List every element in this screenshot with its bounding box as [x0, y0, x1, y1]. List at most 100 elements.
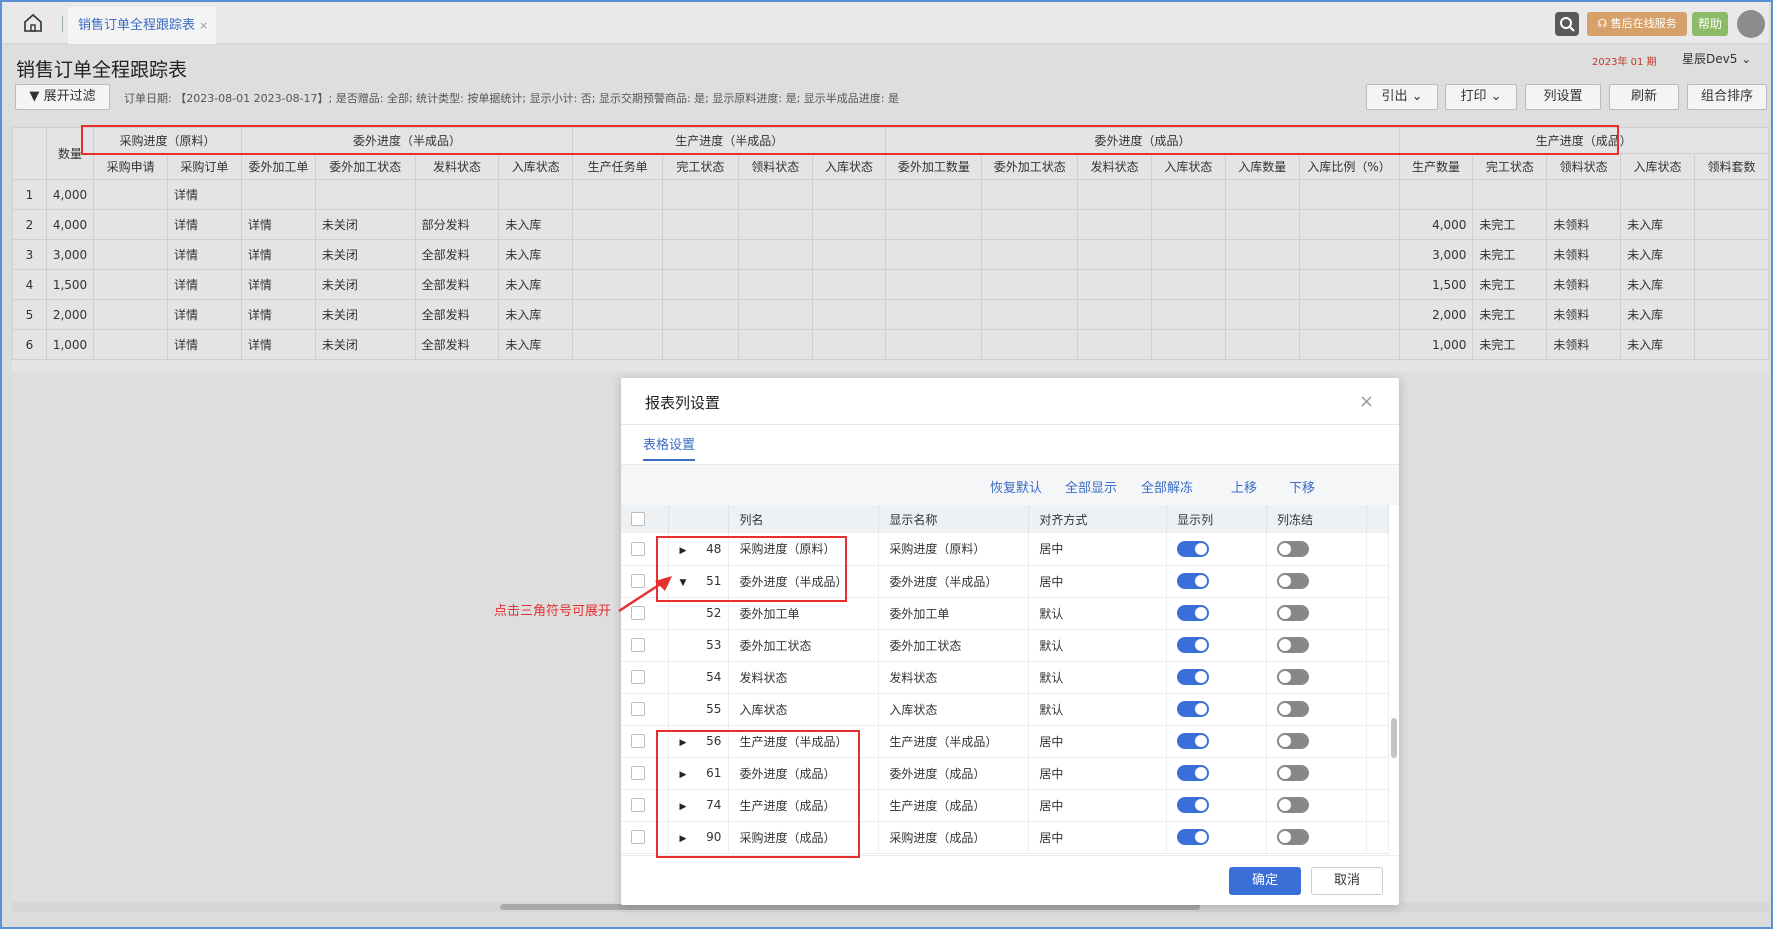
- sub-header[interactable]: 领料套数: [1693, 153, 1769, 180]
- sub-header[interactable]: 委外加工状态: [981, 153, 1079, 180]
- sub-header[interactable]: 委外加工单: [240, 153, 316, 180]
- sub-header[interactable]: 发料状态: [1077, 153, 1152, 180]
- sub-header[interactable]: 生产数量: [1398, 153, 1474, 180]
- freeze-column-toggle[interactable]: [1277, 797, 1310, 813]
- dialog-scrollbar[interactable]: [1391, 718, 1397, 758]
- align-value[interactable]: 居中: [1028, 725, 1168, 758]
- sub-header[interactable]: 入库状态: [1620, 153, 1695, 180]
- refresh-button[interactable]: 刷新: [1609, 84, 1679, 110]
- tab-close-icon[interactable]: ×: [199, 19, 208, 32]
- table-row[interactable]: 6 1,000 详情 详情 未关闭 全部发料 未入库 1,000 未完工 未领料 未入库: [12, 329, 1769, 360]
- cell-po[interactable]: 详情: [167, 329, 242, 360]
- row-checkbox[interactable]: [631, 798, 645, 813]
- freeze-column-toggle[interactable]: [1277, 765, 1310, 781]
- sub-header[interactable]: 采购申请: [93, 153, 169, 180]
- row-checkbox[interactable]: [631, 638, 645, 653]
- table-row[interactable]: 4 1,500 详情 详情 未关闭 全部发料 未入库 1,500 未完工 未领料 未入库: [12, 269, 1769, 300]
- sub-header[interactable]: 委外加工数量: [885, 153, 983, 180]
- show-column-toggle[interactable]: [1177, 637, 1210, 653]
- sub-header[interactable]: 入库数量: [1224, 153, 1300, 180]
- align-value[interactable]: 默认: [1028, 629, 1168, 662]
- table-row[interactable]: 5 2,000 详情 详情 未关闭 全部发料 未入库 2,000 未完工 未领料 未入库: [12, 299, 1769, 330]
- display-name[interactable]: 发料状态: [878, 661, 1030, 694]
- select-all-checkbox[interactable]: [631, 512, 645, 527]
- display-name[interactable]: 生产进度（成品）: [878, 789, 1030, 822]
- avatar[interactable]: [1737, 10, 1765, 38]
- sub-header[interactable]: 完工状态: [661, 153, 739, 180]
- align-value[interactable]: 居中: [1028, 757, 1168, 790]
- column-row[interactable]: 55 入库状态 入库状态 默认: [621, 693, 1389, 726]
- table-row[interactable]: 3 3,000 详情 详情 未关闭 全部发料 未入库 3,000 未完工 未领料 未入库: [12, 239, 1769, 270]
- cell-wo[interactable]: 详情: [240, 239, 316, 270]
- cell-wo[interactable]: 详情: [240, 299, 316, 330]
- row-checkbox[interactable]: [631, 766, 645, 781]
- show-column-toggle[interactable]: [1177, 701, 1210, 717]
- sub-header[interactable]: 入库状态: [811, 153, 887, 180]
- restore-default-link[interactable]: 恢复默认: [990, 477, 1042, 496]
- display-name[interactable]: 采购进度（原料）: [878, 533, 1030, 566]
- cell-wo[interactable]: 详情: [240, 209, 316, 240]
- cancel-button[interactable]: 取消: [1311, 867, 1383, 895]
- sub-header[interactable]: 采购订单: [167, 153, 242, 180]
- cell-prod-qty[interactable]: 4,000: [1398, 209, 1474, 240]
- cell-wo[interactable]: 详情: [240, 329, 316, 360]
- show-all-link[interactable]: 全部显示: [1065, 477, 1117, 496]
- show-column-toggle[interactable]: [1177, 765, 1210, 781]
- align-value[interactable]: 默认: [1028, 597, 1168, 630]
- cell-po[interactable]: 详情: [167, 299, 242, 330]
- chevron-down-icon[interactable]: ⌄: [1491, 89, 1502, 104]
- service-button[interactable]: ☊ 售后在线服务: [1587, 12, 1687, 36]
- move-up-link[interactable]: 上移: [1231, 477, 1257, 496]
- show-column-toggle[interactable]: [1177, 540, 1210, 557]
- freeze-column-toggle[interactable]: [1277, 701, 1310, 717]
- sub-header[interactable]: 生产任务单: [572, 153, 663, 180]
- sub-header[interactable]: 发料状态: [414, 153, 500, 180]
- row-checkbox[interactable]: [631, 830, 645, 845]
- row-checkbox[interactable]: [631, 670, 645, 685]
- cell-prod-qty[interactable]: 1,500: [1398, 269, 1474, 300]
- column-row[interactable]: 53 委外加工状态 委外加工状态 默认: [621, 629, 1389, 662]
- freeze-column-toggle[interactable]: [1277, 733, 1310, 749]
- move-down-link[interactable]: 下移: [1289, 477, 1315, 496]
- cell-prod-qty[interactable]: 1,000: [1398, 329, 1474, 360]
- help-button[interactable]: 帮助: [1692, 12, 1728, 36]
- show-column-toggle[interactable]: [1177, 797, 1210, 813]
- expand-filter-button[interactable]: ▼ 展开过滤: [15, 84, 110, 110]
- show-column-toggle[interactable]: [1177, 829, 1210, 845]
- row-checkbox[interactable]: [631, 702, 645, 717]
- sub-header[interactable]: 入库比例（%）: [1298, 153, 1400, 180]
- sub-header[interactable]: 领料状态: [1546, 153, 1622, 180]
- freeze-column-toggle[interactable]: [1277, 540, 1310, 557]
- align-value[interactable]: 居中: [1028, 821, 1168, 854]
- show-column-toggle[interactable]: [1177, 669, 1210, 685]
- confirm-button[interactable]: 确定: [1229, 867, 1301, 895]
- display-name[interactable]: 委外加工状态: [878, 629, 1030, 662]
- cell-po[interactable]: 详情: [167, 179, 242, 210]
- sub-header[interactable]: 领料状态: [737, 153, 813, 180]
- show-column-toggle[interactable]: [1177, 573, 1210, 589]
- freeze-column-toggle[interactable]: [1277, 637, 1310, 653]
- display-name[interactable]: 委外进度（成品）: [878, 757, 1030, 790]
- align-value[interactable]: 默认: [1028, 661, 1168, 694]
- freeze-column-toggle[interactable]: [1277, 829, 1310, 845]
- home-icon[interactable]: [22, 12, 44, 34]
- export-button[interactable]: 引出 ⌄: [1366, 84, 1438, 110]
- freeze-column-toggle[interactable]: [1277, 573, 1310, 589]
- sub-header[interactable]: 委外加工状态: [314, 153, 416, 180]
- table-row[interactable]: 2 4,000 详情 详情 未关闭 部分发料 未入库 4,000 未完工 未领料 未入库: [12, 209, 1769, 240]
- tab-table-settings[interactable]: 表格设置: [643, 434, 696, 461]
- display-name[interactable]: 入库状态: [878, 693, 1030, 726]
- row-checkbox[interactable]: [631, 542, 645, 556]
- row-checkbox[interactable]: [631, 734, 645, 749]
- show-column-toggle[interactable]: [1177, 733, 1210, 749]
- period-badge[interactable]: 2023年 01 期: [1592, 53, 1657, 68]
- display-name[interactable]: 采购进度（成品）: [878, 821, 1030, 854]
- close-icon[interactable]: ×: [1359, 391, 1374, 412]
- unfreeze-all-link[interactable]: 全部解冻: [1141, 477, 1193, 496]
- chevron-down-icon[interactable]: ⌄: [1412, 89, 1423, 104]
- align-value[interactable]: 默认: [1028, 693, 1168, 726]
- cell-po[interactable]: 详情: [167, 269, 242, 300]
- cell-prod-qty[interactable]: 2,000: [1398, 299, 1474, 330]
- table-row[interactable]: 1 4,000 详情: [12, 179, 1769, 210]
- cell-po[interactable]: 详情: [167, 209, 242, 240]
